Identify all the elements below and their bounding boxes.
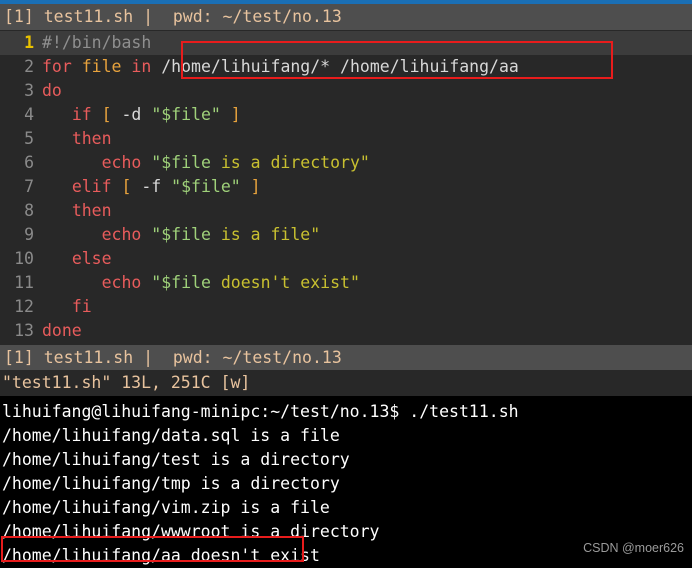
vim-command-line[interactable]: "test11.sh" 13L, 251C [w]	[0, 370, 692, 396]
line-text: else	[34, 247, 112, 271]
shell-output-line: /home/lihuifang/test is a directory	[2, 450, 350, 469]
terminal-screenshot-root: [1] test11.sh | pwd: ~/test/no.13 1 #!/bi…	[0, 0, 692, 565]
line-number: 12	[14, 297, 34, 316]
vim-statusline: [1] test11.sh | pwd: ~/test/no.13	[0, 345, 692, 370]
code-token: "$file"	[151, 105, 221, 124]
code-token: then	[71, 129, 112, 148]
code-token: "$file	[151, 273, 221, 292]
code-token: fi	[71, 297, 92, 316]
line-number: 10	[14, 249, 34, 268]
line-text: then	[34, 199, 112, 223]
line-number: 9	[24, 225, 34, 244]
line-number: 4	[24, 105, 34, 124]
code-token: /home/lihuifang/* /home/lihuifang/aa	[161, 57, 519, 76]
line-text: then	[34, 127, 112, 151]
code-token: "$file"	[171, 177, 241, 196]
code-token: in	[131, 57, 162, 76]
code-line[interactable]: 8 then	[0, 199, 692, 223]
code-token: echo	[101, 225, 152, 244]
line-text: elif [ -f "$file" ]	[34, 175, 261, 199]
code-token: is a file"	[220, 225, 321, 244]
line-number: 5	[24, 129, 34, 148]
code-token: do	[42, 81, 62, 100]
code-line[interactable]: 11 echo "$file doesn't exist"	[0, 271, 692, 295]
line-number: 6	[24, 153, 34, 172]
code-token: file	[81, 57, 132, 76]
code-token: ]	[250, 177, 261, 196]
line-text: done	[34, 319, 82, 343]
line-number: 8	[24, 201, 34, 220]
code-token: for	[42, 57, 82, 76]
code-token: ]	[230, 105, 241, 124]
code-token: "$file	[151, 153, 221, 172]
line-number: 1	[24, 33, 34, 52]
line-number: 2	[24, 57, 34, 76]
shell-prompt-line: lihuifang@lihuifang-minipc:~/test/no.13$…	[2, 402, 519, 421]
vim-editor-pane[interactable]: [1] test11.sh | pwd: ~/test/no.13 1 #!/bi…	[0, 4, 692, 396]
watermark-label: CSDN @moer626	[583, 541, 684, 555]
code-token: "$file	[151, 225, 221, 244]
code-token: [	[121, 177, 142, 196]
code-token: elif	[71, 177, 122, 196]
line-text: echo "$file is a directory"	[34, 151, 370, 175]
line-text: echo "$file is a file"	[34, 223, 321, 247]
code-line[interactable]: 5 then	[0, 127, 692, 151]
line-text: echo "$file doesn't exist"	[34, 271, 360, 295]
code-line[interactable]: 1 #!/bin/bash	[0, 31, 692, 55]
code-line[interactable]: 3 do	[0, 79, 692, 103]
code-token: echo	[101, 273, 152, 292]
shell-output-pane[interactable]: lihuifang@lihuifang-minipc:~/test/no.13$…	[0, 396, 692, 565]
line-number: 3	[24, 81, 34, 100]
code-line[interactable]: 4 if [ -d "$file" ]	[0, 103, 692, 127]
line-text: #!/bin/bash	[34, 31, 151, 55]
code-line[interactable]: 2 for file in /home/lihuifang/* /home/lih…	[0, 55, 692, 79]
code-line[interactable]: 7 elif [ -f "$file" ]	[0, 175, 692, 199]
code-token: -f	[141, 177, 172, 196]
code-token: else	[71, 249, 112, 268]
shell-output-line: /home/lihuifang/tmp is a directory	[2, 474, 340, 493]
code-token: -d	[121, 105, 152, 124]
code-line[interactable]: 6 echo "$file is a directory"	[0, 151, 692, 175]
vim-tabline[interactable]: [1] test11.sh | pwd: ~/test/no.13	[0, 4, 692, 30]
code-token: done	[42, 321, 82, 340]
code-line[interactable]: 9 echo "$file is a file"	[0, 223, 692, 247]
code-token: is a directory"	[220, 153, 370, 172]
shell-output-line: /home/lihuifang/data.sql is a file	[2, 426, 340, 445]
code-token: if	[71, 105, 102, 124]
line-number: 7	[24, 177, 34, 196]
code-line[interactable]: 10 else	[0, 247, 692, 271]
line-text: fi	[34, 295, 92, 319]
code-token: doesn't exist"	[220, 273, 360, 292]
code-token: [	[101, 105, 122, 124]
line-text: if [ -d "$file" ]	[34, 103, 241, 127]
line-number: 11	[14, 273, 34, 292]
code-token: #!/bin/bash	[42, 33, 152, 52]
line-text: for file in /home/lihuifang/* /home/lihu…	[34, 55, 519, 79]
vim-code-area[interactable]: 1 #!/bin/bash 2 for file in /home/lihuifang…	[0, 30, 692, 343]
code-line[interactable]: 13 done	[0, 319, 692, 343]
shell-output-line: /home/lihuifang/vim.zip is a file	[2, 498, 330, 517]
line-number: 13	[14, 321, 34, 340]
code-token: then	[71, 201, 112, 220]
code-token: echo	[101, 153, 152, 172]
code-line[interactable]: 12 fi	[0, 295, 692, 319]
line-text: do	[34, 79, 62, 103]
